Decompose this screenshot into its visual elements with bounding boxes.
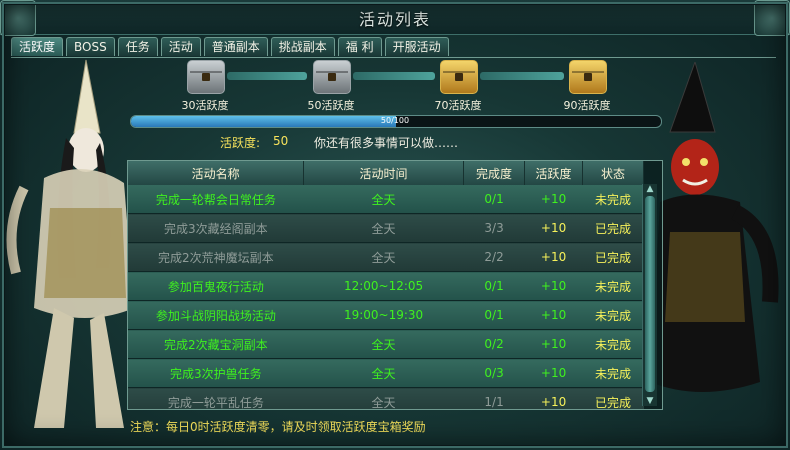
activity-time: 全天 [303, 358, 464, 388]
activity-name: 完成2次荒神魔坛副本 [128, 242, 304, 272]
activity-time: 全天 [303, 213, 464, 243]
activity-status: 已完成 [582, 387, 644, 409]
activity-status: 未完成 [582, 329, 644, 359]
gold-chest-icon[interactable] [440, 60, 478, 94]
activity-completion: 1/1 [463, 387, 525, 409]
table-row[interactable]: 完成2次藏宝洞副本 全天 0/2 +10 未完成 [128, 329, 644, 359]
header-status: 状态 [582, 161, 645, 185]
activity-status: 未完成 [582, 300, 644, 330]
gold-chest-icon[interactable] [569, 60, 607, 94]
silver-chest-icon[interactable] [187, 60, 225, 94]
activity-status: 已完成 [582, 213, 644, 243]
tab-normal-dungeon[interactable]: 普通副本 [203, 37, 268, 56]
reward-label: 30活跃度 [181, 99, 229, 112]
table-row[interactable]: 完成3次护兽任务 全天 0/3 +10 未完成 [128, 358, 644, 388]
activity-name: 完成一轮帮会日常任务 [128, 185, 304, 214]
activity-name: 完成3次藏经阁副本 [128, 213, 304, 243]
activity-status: 已完成 [582, 242, 644, 272]
silver-chest-icon[interactable] [313, 60, 351, 94]
table-row[interactable]: 参加百鬼夜行活动 12:00~12:05 0/1 +10 未完成 [128, 271, 644, 301]
scroll-down-arrow-icon[interactable]: ▼ [644, 396, 656, 406]
tab-welfare[interactable]: 福 利 [337, 37, 382, 56]
activity-status: 未完成 [582, 358, 644, 388]
activity-points-label: 活跃度: [220, 136, 261, 150]
table-scrollbar[interactable]: ▲ ▼ [642, 184, 657, 406]
progress-arrow [480, 72, 564, 80]
activity-completion: 0/3 [463, 358, 525, 388]
tab-bar: 活跃度 BOSS 任务 活动 普通副本 挑战副本 福 利 开服活动 [11, 37, 449, 57]
progress-arrow [227, 72, 307, 80]
activity-points: +10 [524, 300, 583, 330]
table-row[interactable]: 参加斗战阴阳战场活动 19:00~19:30 0/1 +10 未完成 [128, 300, 644, 330]
activity-time: 全天 [303, 387, 464, 409]
header-completion: 完成度 [463, 161, 526, 185]
activity-name: 参加斗战阴阳战场活动 [128, 300, 304, 330]
activity-points-value: 50 [273, 134, 289, 148]
table-header-row: 活动名称 活动时间 完成度 活跃度 状态 [128, 161, 645, 185]
reward-label: 90活跃度 [563, 99, 611, 112]
progress-arrow [353, 72, 435, 80]
title-bar: 活动列表 [0, 0, 790, 36]
scroll-up-arrow-icon[interactable]: ▲ [644, 184, 656, 194]
activity-completion: 0/1 [463, 300, 525, 330]
right-character-art [650, 62, 779, 392]
activity-completion: 0/1 [463, 271, 525, 301]
activity-message: 你还有很多事情可以做…… [314, 136, 459, 150]
activity-name: 完成3次护兽任务 [128, 358, 304, 388]
table-row[interactable]: 完成一轮帮会日常任务 全天 0/1 +10 未完成 [128, 185, 644, 214]
tab-boss[interactable]: BOSS [66, 37, 115, 56]
activity-points: +10 [524, 185, 583, 214]
activity-completion: 3/3 [463, 213, 525, 243]
activity-status: 未完成 [582, 271, 644, 301]
reward-label: 70活跃度 [434, 99, 482, 112]
header-points: 活跃度 [524, 161, 583, 185]
notice-text: 注意：每日0时活跃度清零，请及时领取活跃度宝箱奖励 [130, 420, 426, 434]
activity-window: 活动列表 活跃度 BOSS 任务 活动 普通副本 挑战副本 福 利 开服活动 3… [0, 0, 790, 450]
activity-table: 活动名称 活动时间 完成度 活跃度 状态 完成一轮帮会日常任务 全天 0/1 +10 未… [127, 160, 663, 410]
activity-points: +10 [524, 271, 583, 301]
table-row[interactable]: 完成2次荒神魔坛副本 全天 2/2 +10 已完成 [128, 242, 644, 272]
activity-points: +10 [524, 358, 583, 388]
tab-challenge-dungeon[interactable]: 挑战副本 [270, 37, 335, 56]
header-activity-time: 活动时间 [303, 161, 464, 185]
table-row[interactable]: 完成3次藏经阁副本 全天 3/3 +10 已完成 [128, 213, 644, 243]
activity-points: +10 [524, 242, 583, 272]
activity-points: +10 [524, 329, 583, 359]
header-activity-name: 活动名称 [128, 161, 305, 185]
tab-underline [11, 57, 776, 58]
activity-name: 完成一轮平乱任务 [128, 387, 304, 409]
activity-time: 全天 [303, 329, 464, 359]
activity-name: 参加百鬼夜行活动 [128, 271, 304, 301]
tab-events[interactable]: 活动 [160, 37, 201, 56]
activity-completion: 0/2 [463, 329, 525, 359]
activity-progress-text: 50/100 [380, 116, 410, 125]
activity-time: 全天 [303, 242, 464, 272]
scroll-thumb[interactable] [645, 196, 655, 392]
reward-label: 50活跃度 [307, 99, 355, 112]
activity-time: 19:00~19:30 [303, 300, 464, 330]
left-character-art [6, 59, 134, 428]
activity-points: +10 [524, 213, 583, 243]
activity-time: 12:00~12:05 [303, 271, 464, 301]
activity-status: 未完成 [582, 185, 644, 214]
tab-quests[interactable]: 任务 [117, 37, 158, 56]
tab-server-launch[interactable]: 开服活动 [384, 37, 449, 56]
tab-activity[interactable]: 活跃度 [11, 37, 64, 56]
activity-time: 全天 [303, 185, 464, 214]
activity-completion: 2/2 [463, 242, 525, 272]
activity-completion: 0/1 [463, 185, 525, 214]
activity-points: +10 [524, 387, 583, 409]
table-row[interactable]: 完成一轮平乱任务 全天 1/1 +10 已完成 [128, 387, 644, 409]
window-title: 活动列表 [358, 10, 431, 29]
activity-name: 完成2次藏宝洞副本 [128, 329, 304, 359]
